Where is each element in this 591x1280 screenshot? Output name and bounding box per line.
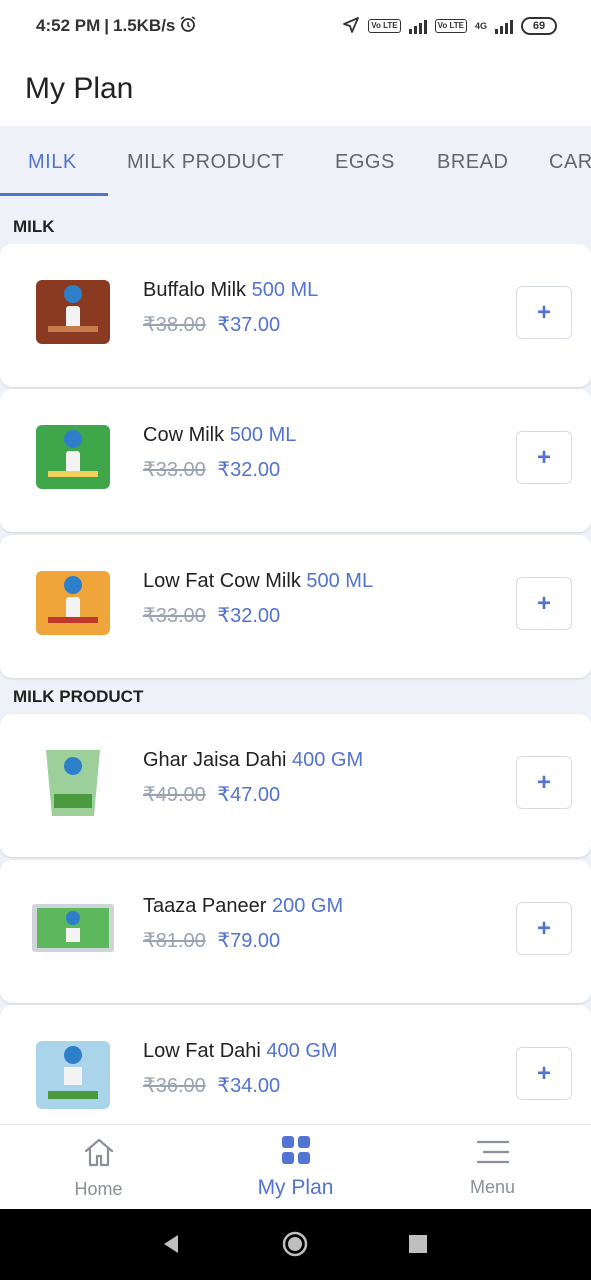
menu-icon [476, 1138, 510, 1171]
add-button[interactable]: + [516, 286, 572, 339]
nav-home[interactable]: Home [0, 1125, 197, 1210]
old-price: ₹81.00 [143, 930, 206, 952]
status-time: 4:52 PM [36, 16, 101, 35]
bottom-navigation: Home My Plan Menu [0, 1124, 591, 1209]
old-price: ₹49.00 [143, 784, 206, 806]
grid-icon [281, 1135, 311, 1170]
new-price: ₹79.00 [217, 930, 281, 952]
signal-icon-2 [495, 18, 513, 34]
battery-icon: 69 [521, 17, 557, 35]
status-divider: | [104, 16, 110, 35]
tab-milk[interactable]: MILK [28, 126, 77, 198]
new-price: ₹32.00 [217, 605, 281, 627]
nav-menu-label: Menu [469, 1176, 516, 1197]
product-name: Low Fat Dahi 400 GM [143, 1040, 338, 1063]
volte-badge-2: Vo LTE [434, 19, 467, 33]
page-title: My Plan [25, 72, 134, 105]
product-card-low-fat-cow-milk[interactable]: Low Fat Cow Milk 500 ML ₹33.00 ₹32.00 + [0, 535, 591, 678]
product-name: Taaza Paneer 200 GM [143, 895, 343, 918]
product-card-ghar-jaisa-dahi[interactable]: Ghar Jaisa Dahi 400 GM ₹49.00 ₹47.00 + [0, 714, 591, 857]
product-title: Cow Milk [143, 424, 225, 446]
add-button[interactable]: + [516, 1047, 572, 1100]
product-quantity: 500 ML [251, 279, 319, 301]
product-prices: ₹36.00 ₹34.00 [143, 1073, 280, 1098]
volte-badge-1: Vo LTE [368, 19, 401, 33]
location-arrow-icon [342, 16, 360, 37]
old-price: ₹38.00 [143, 314, 206, 336]
nav-menu[interactable]: Menu [394, 1125, 591, 1210]
product-quantity: 500 ML [306, 570, 374, 592]
product-name: Cow Milk 500 ML [143, 424, 296, 447]
nav-my-plan-label: My Plan [257, 1176, 334, 1199]
product-quantity: 400 GM [291, 749, 364, 771]
section-header-milk-product: MILK PRODUCT [13, 687, 144, 706]
system-navigation-bar [0, 1209, 591, 1280]
home-circle-icon[interactable] [281, 1230, 309, 1263]
old-price: ₹36.00 [143, 1075, 206, 1097]
old-price: ₹33.00 [143, 459, 206, 481]
add-button[interactable]: + [516, 756, 572, 809]
product-card-buffalo-milk[interactable]: Buffalo Milk 500 ML ₹38.00 ₹37.00 + [0, 244, 591, 387]
product-title: Taaza Paneer [143, 895, 267, 917]
status-bar: 4:52 PM | 1.5KB/s Vo LTE Vo LTE 4G 69 [0, 0, 591, 52]
tab-milk-product[interactable]: MILK PRODUCT [127, 126, 284, 198]
product-name: Low Fat Cow Milk 500 ML [143, 570, 373, 593]
nav-home-label: Home [74, 1178, 123, 1199]
status-left: 4:52 PM | 1.5KB/s [36, 15, 197, 38]
product-name: Ghar Jaisa Dahi 400 GM [143, 749, 363, 772]
app-header: My Plan [0, 52, 591, 126]
tab-eggs[interactable]: EGGS [335, 126, 395, 198]
old-price: ₹33.00 [143, 605, 206, 627]
product-quantity: 400 GM [266, 1040, 338, 1062]
alarm-icon [179, 15, 197, 38]
new-price: ₹37.00 [217, 314, 281, 336]
product-image [28, 563, 118, 643]
product-quantity: 200 GM [271, 895, 344, 917]
new-price: ₹34.00 [217, 1075, 281, 1097]
product-title: Low Fat Dahi [143, 1040, 261, 1062]
product-title: Low Fat Cow Milk [143, 570, 301, 592]
signal-icon-1 [408, 18, 427, 34]
product-prices: ₹38.00 ₹37.00 [143, 312, 280, 337]
product-prices: ₹33.00 ₹32.00 [143, 457, 280, 482]
product-card-cow-milk[interactable]: Cow Milk 500 ML ₹33.00 ₹32.00 + [0, 389, 591, 532]
nav-my-plan[interactable]: My Plan [197, 1125, 394, 1210]
product-card-taaza-paneer[interactable]: Taaza Paneer 200 GM ₹81.00 ₹79.00 + [0, 860, 591, 1003]
product-prices: ₹33.00 ₹32.00 [143, 603, 280, 628]
recents-icon[interactable] [408, 1234, 428, 1259]
new-price: ₹32.00 [217, 459, 281, 481]
status-speed: 1.5KB/s [113, 16, 176, 35]
home-icon [82, 1136, 116, 1173]
product-name: Buffalo Milk 500 ML [143, 279, 318, 302]
section-header-milk: MILK [13, 217, 55, 236]
add-button[interactable]: + [516, 902, 572, 955]
product-quantity: 500 ML [229, 424, 297, 446]
product-image [28, 888, 118, 968]
product-image [28, 1033, 118, 1113]
product-prices: ₹81.00 ₹79.00 [143, 928, 280, 953]
tab-car[interactable]: CAR [549, 126, 591, 198]
add-button[interactable]: + [516, 577, 572, 630]
product-image [28, 742, 118, 822]
add-button[interactable]: + [516, 431, 572, 484]
category-tabs: MILK MILK PRODUCT EGGS BREAD CAR [0, 126, 591, 198]
network-type-label: 4G [474, 21, 487, 31]
active-tab-indicator [0, 193, 108, 196]
product-image [28, 417, 118, 497]
product-image [28, 272, 118, 352]
product-card-low-fat-dahi[interactable]: Low Fat Dahi 400 GM ₹36.00 ₹34.00 + [0, 1005, 591, 1124]
status-right: Vo LTE Vo LTE 4G 69 [342, 16, 557, 37]
product-title: Buffalo Milk [143, 279, 247, 301]
product-title: Ghar Jaisa Dahi [143, 749, 287, 771]
product-prices: ₹49.00 ₹47.00 [143, 782, 280, 807]
tab-bread[interactable]: BREAD [437, 126, 508, 198]
new-price: ₹47.00 [217, 784, 281, 806]
back-icon[interactable] [160, 1233, 182, 1260]
